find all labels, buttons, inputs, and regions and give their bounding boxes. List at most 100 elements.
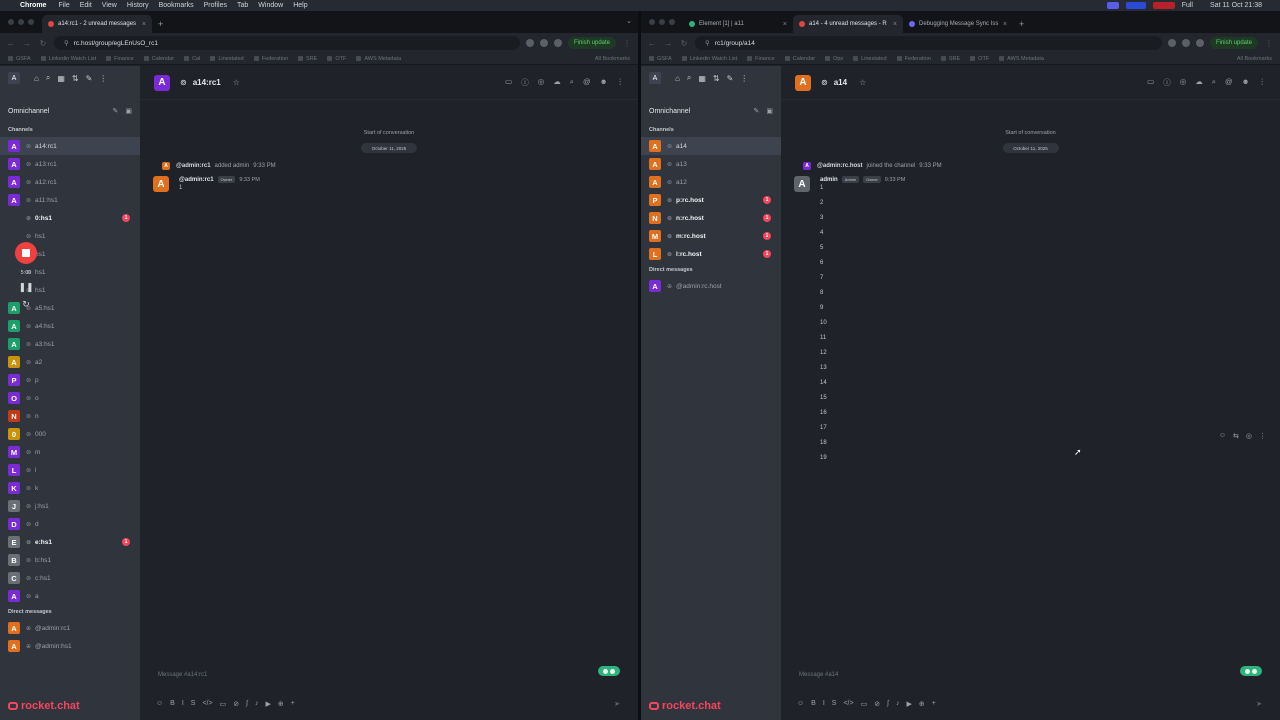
extension-icon[interactable] <box>525 39 534 47</box>
sidebar-item-dm[interactable]: A ⊕ @admin:hs1 <box>0 637 140 655</box>
bookmark-item[interactable]: SRE <box>940 56 960 62</box>
kebab-menu-icon[interactable]: ⋮ <box>740 74 748 83</box>
omnichannel-edit-icon[interactable]: ✎ <box>113 107 119 115</box>
bookmark-item[interactable]: Linestated <box>853 56 887 62</box>
bookmark-item[interactable]: OTF <box>970 56 989 62</box>
bookmark-item[interactable]: Calendar <box>143 56 174 62</box>
window-zoom-control[interactable] <box>669 19 675 25</box>
bookmark-item[interactable]: Federation <box>253 56 288 62</box>
emoji-icon[interactable]: ☺ <box>797 700 804 708</box>
close-tab-icon[interactable]: × <box>142 21 146 28</box>
site-info-icon[interactable]: ⚲ <box>705 39 710 47</box>
discussion-icon[interactable]: ◎ <box>1246 432 1252 440</box>
menu-file[interactable]: File <box>58 2 69 9</box>
bookmark-item[interactable]: OTF <box>327 56 346 62</box>
code-block-icon[interactable]: ▭ <box>861 700 868 708</box>
sidebar-item-channel[interactable]: M ⊚ m <box>0 443 140 461</box>
window-zoom-control[interactable] <box>28 19 34 25</box>
sidebar-item-channel[interactable]: L ⊚ l <box>0 461 140 479</box>
sidebar-item-channel[interactable]: N ⊚ n:rc.host 1 <box>641 209 781 227</box>
menu-window[interactable]: Window <box>258 2 283 9</box>
members-icon[interactable]: ☻ <box>600 77 608 88</box>
close-tab-icon[interactable]: × <box>783 21 787 28</box>
browser-tab[interactable]: Debugging Message Sync Iss × <box>903 15 1013 33</box>
tab-search-icon[interactable]: ⌄ <box>626 17 632 25</box>
status-icon[interactable] <box>1125 2 1146 9</box>
reply-in-thread-icon[interactable]: ⇆ <box>1233 432 1239 440</box>
kebab-menu-icon[interactable]: ⋮ <box>99 74 107 83</box>
directory-icon[interactable]: ▦ <box>57 74 65 83</box>
window-minimize-control[interactable] <box>659 19 665 25</box>
finish-update-button[interactable]: Finish update <box>567 37 616 49</box>
bookmark-item[interactable]: Linkedin Watch List <box>681 56 737 62</box>
window-close-control[interactable] <box>649 19 655 25</box>
more-actions-icon[interactable]: + <box>291 700 295 708</box>
search-messages-icon[interactable]: ⌕ <box>1212 77 1216 88</box>
bookmark-item[interactable]: Linestated <box>210 56 244 62</box>
search-icon[interactable]: ⌕ <box>687 73 691 83</box>
close-tab-icon[interactable]: × <box>1003 21 1007 28</box>
sidebar-item-channel[interactable]: B ⊚ b:hs1 <box>0 551 140 569</box>
system-message-user[interactable]: @admin:rc.host <box>817 163 863 169</box>
video-icon[interactable]: ▶ <box>266 700 271 708</box>
favorite-star-icon[interactable]: ☆ <box>233 78 240 87</box>
omnichannel-edit-icon[interactable]: ✎ <box>754 107 760 115</box>
threads-icon[interactable]: ◎ <box>1180 77 1187 88</box>
room-title[interactable]: a14:rc1 <box>193 78 221 87</box>
bookmark-item[interactable]: GSFA <box>8 56 31 62</box>
avatar[interactable]: A <box>162 162 170 170</box>
stop-recording-button[interactable] <box>15 242 37 264</box>
bookmark-item[interactable]: GSFA <box>649 56 672 62</box>
omnichannel-queue-icon[interactable]: ▣ <box>125 107 132 115</box>
clock[interactable]: Sat 11 Oct 21:38 <box>1210 2 1262 9</box>
menu-tab[interactable]: Tab <box>237 2 248 9</box>
recording-icon[interactable] <box>1152 2 1175 9</box>
room-kebab-icon[interactable]: ⋮ <box>1259 77 1267 88</box>
message-author[interactable]: @admin:rc1 <box>179 177 214 183</box>
bookmark-item[interactable]: Ops <box>825 56 843 62</box>
sidebar-item-dm[interactable]: A ⊕ @admin:rc.host <box>641 277 781 295</box>
call-icon[interactable]: ▭ <box>505 77 512 88</box>
create-new-icon[interactable]: ✎ <box>727 74 734 83</box>
more-actions-icon[interactable]: + <box>932 700 936 708</box>
sidebar-item-channel[interactable]: ⊚ 0:hs1 1 <box>0 209 140 227</box>
system-message-user[interactable]: @admin:rc1 <box>176 163 211 169</box>
sidebar-item-channel[interactable]: O ⊚ o <box>0 389 140 407</box>
send-icon[interactable]: ➤ <box>1256 700 1262 708</box>
message-input[interactable]: Message #a14 <box>799 672 838 678</box>
room-title[interactable]: a14 <box>834 78 847 87</box>
browser-menu-icon[interactable]: ⋮ <box>622 39 632 48</box>
menu-bookmarks[interactable]: Bookmarks <box>159 2 194 9</box>
browser-tab[interactable]: a14 - 4 unread messages - R × <box>793 15 903 33</box>
add-reaction-icon[interactable]: ☺ <box>1219 432 1226 440</box>
link-icon[interactable]: ⊘ <box>233 700 239 708</box>
inline-code-icon[interactable]: </> <box>202 700 212 708</box>
pause-icon[interactable]: ❚❚ <box>18 282 33 293</box>
sidebar-item-channel[interactable]: E ⊚ e:hs1 1 <box>0 533 140 551</box>
sidebar-item-channel[interactable]: A ⊚ a13 <box>641 155 781 173</box>
sidebar-item-channel[interactable]: N ⊚ n <box>0 407 140 425</box>
emoji-icon[interactable]: ☺ <box>156 700 163 708</box>
sidebar-item-channel[interactable]: L ⊚ l:rc.host 1 <box>641 245 781 263</box>
user-avatar[interactable]: A <box>8 72 20 84</box>
video-icon[interactable]: ▶ <box>907 700 912 708</box>
mentions-icon[interactable]: @ <box>1225 77 1233 88</box>
send-icon[interactable]: ➤ <box>614 700 620 708</box>
directory-icon[interactable]: ▦ <box>698 74 706 83</box>
microphone-icon[interactable]: ♪ <box>255 700 259 708</box>
room-avatar[interactable]: A <box>795 74 811 91</box>
favorite-star-icon[interactable]: ☆ <box>859 78 866 87</box>
emoji-status-icon[interactable] <box>1240 666 1262 676</box>
room-info-icon[interactable]: ⓘ <box>1163 77 1171 88</box>
strikethrough-icon[interactable]: S <box>191 700 196 708</box>
home-icon[interactable]: ⌂ <box>34 74 39 83</box>
sidebar-item-channel[interactable]: A ⊚ a12:rc1 <box>0 173 140 191</box>
room-info-icon[interactable]: ⓘ <box>521 77 529 88</box>
bold-icon[interactable]: B <box>811 700 816 708</box>
room-kebab-icon[interactable]: ⋮ <box>617 77 625 88</box>
new-tab-icon[interactable]: + <box>152 19 169 33</box>
bookmark-item[interactable]: Finance <box>747 56 775 62</box>
sidebar-item-channel[interactable]: A ⊚ a14:rc1 <box>0 137 140 155</box>
bookmark-item[interactable]: Calendar <box>784 56 815 62</box>
italic-icon[interactable]: I <box>823 700 825 708</box>
